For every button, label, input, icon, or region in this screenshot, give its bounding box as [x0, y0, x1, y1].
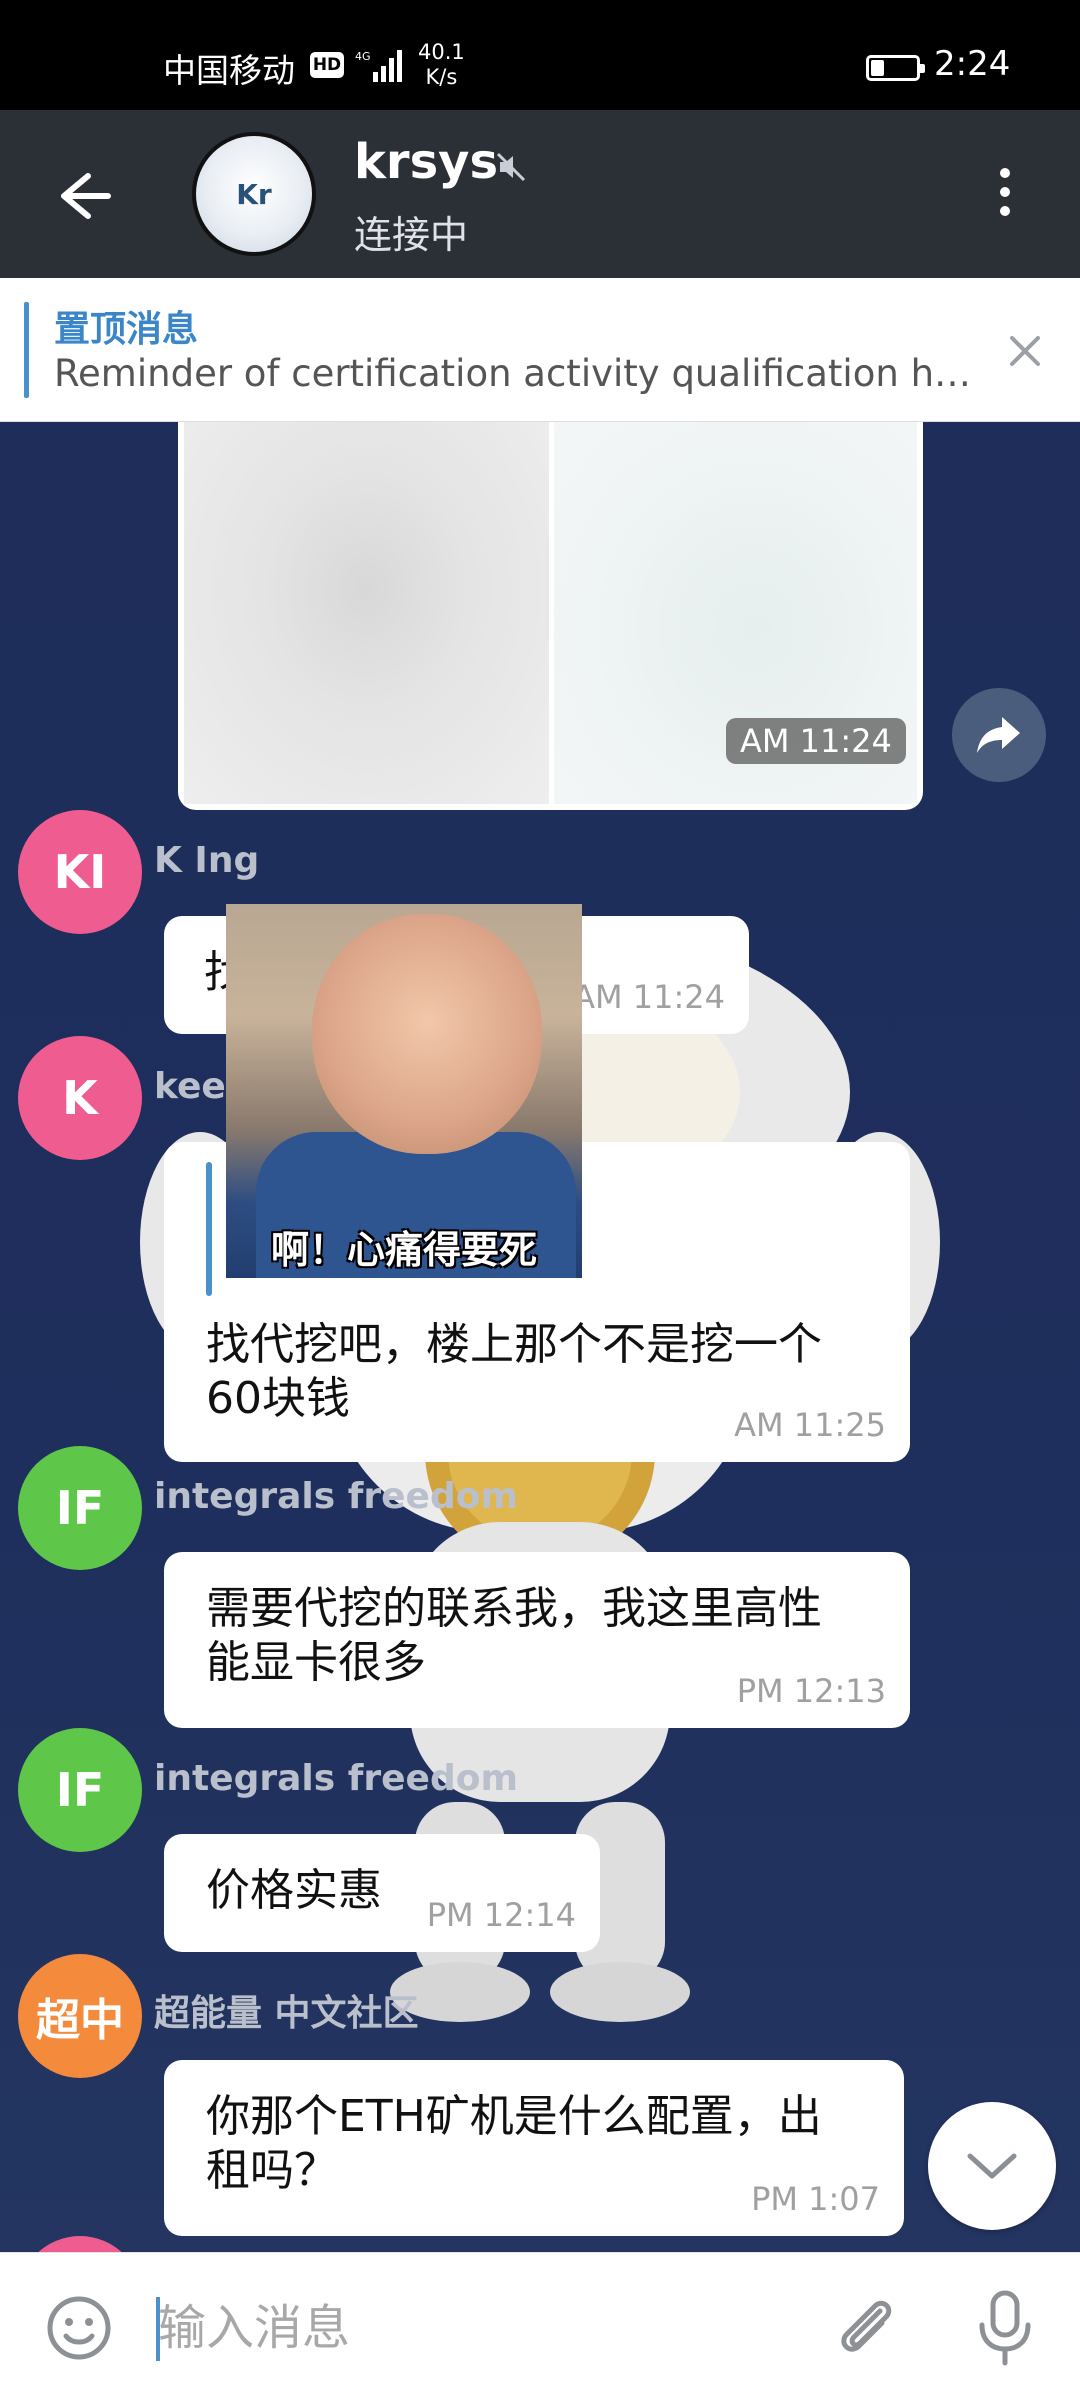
- user-avatar[interactable]: K: [18, 1036, 142, 1160]
- pinned-title: 置顶消息: [54, 309, 199, 350]
- microphone-icon[interactable]: [970, 2289, 1040, 2367]
- user-avatar[interactable]: IF: [18, 1728, 142, 1852]
- chat-title[interactable]: krsys: [354, 134, 498, 190]
- attachment-icon[interactable]: [828, 2289, 904, 2365]
- signal-icon: 4G: [355, 50, 402, 82]
- message-text-line: 租吗？: [206, 2145, 338, 2196]
- message-list[interactable]: AM 11:24 KI K Ing 找 AM 11:24 K keep 找代挖吧…: [0, 422, 1080, 2252]
- message-bubble[interactable]: 需要代挖的联系我，我这里高性 能显卡很多 PM 12:13: [164, 1552, 910, 1728]
- pinned-message[interactable]: 置顶消息 Reminder of certification activity …: [0, 278, 1080, 422]
- message-time: AM 11:25: [734, 1406, 886, 1444]
- pinned-accent-bar: [24, 302, 29, 398]
- sender-name[interactable]: K Ing: [154, 840, 259, 881]
- hd-badge: HD: [310, 52, 344, 78]
- sticker-caption: 啊！心痛得要死: [270, 1228, 537, 1272]
- photo-thumbnail[interactable]: [184, 422, 549, 804]
- user-avatar[interactable]: IF: [18, 1446, 142, 1570]
- message-time: PM 1:07: [751, 2180, 880, 2218]
- message-time: PM 12:13: [736, 1672, 886, 1710]
- chevron-down-icon: [967, 2153, 1017, 2179]
- close-icon[interactable]: [1000, 326, 1050, 376]
- message-text-line: 需要代挖的联系我，我这里高性: [206, 1583, 822, 1634]
- emoji-icon[interactable]: [44, 2293, 114, 2363]
- pinned-text: Reminder of certification activity quali…: [54, 352, 972, 395]
- speed-unit: K/s: [425, 65, 458, 89]
- status-clock: 2:24: [934, 44, 1011, 84]
- speed-value: 40.1: [418, 40, 465, 64]
- message-text: 价格实惠: [206, 1865, 382, 1916]
- connection-status: 连接中: [354, 213, 469, 257]
- user-avatar[interactable]: KI: [18, 810, 142, 934]
- reply-quote-bar: [206, 1162, 212, 1296]
- carrier-name: 中国移动: [163, 51, 295, 90]
- share-arrow-icon: [977, 717, 1020, 753]
- message-time: AM 11:24: [573, 978, 725, 1016]
- battery-icon: [866, 55, 925, 81]
- message-time: AM 11:24: [726, 718, 906, 764]
- network-speed: 40.1 K/s: [418, 40, 465, 90]
- sticker-image[interactable]: 啊！心痛得要死: [226, 904, 582, 1278]
- user-avatar[interactable]: [18, 2236, 142, 2252]
- message-bubble[interactable]: 价格实惠 PM 12:14: [164, 1834, 600, 1952]
- back-arrow-icon[interactable]: [48, 160, 118, 230]
- message-input[interactable]: [158, 2293, 798, 2363]
- sender-name[interactable]: 超能量 中文社区: [154, 1984, 419, 2036]
- more-options-icon[interactable]: [990, 168, 1020, 224]
- battery-level: [871, 60, 884, 76]
- message-time: PM 12:14: [426, 1896, 576, 1934]
- status-bar: 中国移动 HD 4G 40.1 K/s 2:24: [0, 0, 1080, 110]
- message-text-line: 找代挖吧，楼上那个不是挖一个: [206, 1319, 822, 1370]
- message-bubble[interactable]: 你那个ETH矿机是什么配置，出 租吗？ PM 1:07: [164, 2060, 904, 2236]
- sender-name[interactable]: integrals freedom: [154, 1758, 518, 1799]
- network-type: 4G: [355, 50, 371, 63]
- message-text-line: 你那个ETH矿机是什么配置，出: [206, 2091, 822, 2142]
- share-button[interactable]: [952, 688, 1046, 782]
- chat-avatar[interactable]: Kr: [192, 132, 316, 256]
- chat-header: Kr krsys 连接中: [0, 110, 1080, 278]
- muted-icon: [496, 152, 526, 182]
- photo-album-message[interactable]: AM 11:24: [178, 422, 923, 810]
- chat-avatar-text: Kr: [236, 177, 272, 211]
- message-text-line: 能显卡很多: [206, 1637, 426, 1688]
- message-text-line: 60块钱: [206, 1373, 350, 1424]
- user-avatar[interactable]: 超中: [18, 1954, 142, 2078]
- sender-name[interactable]: integrals freedom: [154, 1476, 518, 1517]
- scroll-to-bottom-button[interactable]: [928, 2102, 1056, 2230]
- message-composer: [0, 2252, 1080, 2400]
